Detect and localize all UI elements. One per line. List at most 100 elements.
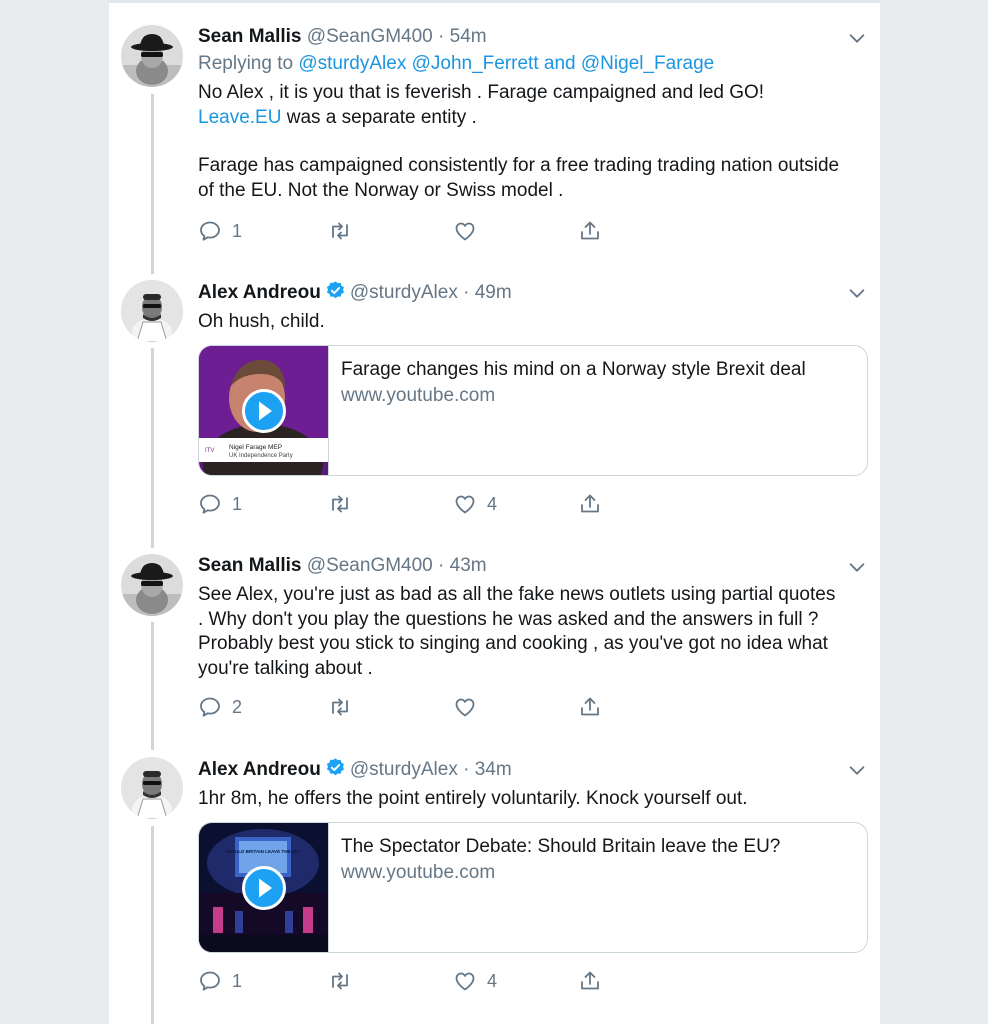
tweet[interactable]: Sean Mallis @SeanGM400 · 43m See Alex, y… [109, 554, 880, 744]
play-icon[interactable] [242, 389, 286, 433]
tweet-actions: 1 4 [198, 967, 618, 995]
timeline-column: Sean Mallis @SeanGM400 · 54m Replying to… [108, 0, 881, 1024]
user-handle[interactable]: @sturdyAlex [350, 759, 458, 780]
top-divider [109, 0, 880, 3]
tweet-link[interactable]: Leave.EU [198, 107, 281, 128]
reply-button[interactable]: 1 [198, 967, 242, 995]
share-icon [578, 492, 602, 516]
reply-button[interactable]: 2 [198, 693, 242, 721]
share-button[interactable] [578, 967, 602, 995]
display-name[interactable]: Alex Andreou [198, 282, 321, 303]
reply-count: 1 [232, 493, 243, 514]
card-title: The Spectator Debate: Should Britain lea… [341, 836, 781, 857]
share-icon [578, 219, 602, 243]
like-count: 4 [487, 493, 498, 514]
reply-icon [198, 492, 222, 516]
separator-dot: · [438, 555, 445, 576]
separator-dot: · [463, 759, 470, 780]
reply-mentions[interactable]: @sturdyAlex @John_Ferrett [298, 53, 538, 74]
thumbnail-caption: Nigel Farage MEP [229, 444, 282, 451]
user-handle[interactable]: @SeanGM400 [307, 555, 433, 576]
display-name[interactable]: Alex Andreou [198, 759, 321, 780]
verified-badge-icon [325, 757, 346, 778]
card-domain: www.youtube.com [341, 385, 496, 406]
link-card[interactable]: SHOULD BRITAIN LEAVE THE EU? The Spectat… [198, 822, 868, 953]
retweet-icon [328, 969, 352, 993]
card-domain: www.youtube.com [341, 862, 496, 883]
tweet-text: See Alex, you're just as bad as all the … [198, 584, 836, 679]
avatar-image [121, 25, 183, 87]
display-name[interactable]: Sean Mallis [198, 555, 302, 576]
avatar-image [121, 554, 183, 616]
like-button[interactable]: 4 [453, 967, 497, 995]
tweet-actions: 1 [198, 217, 618, 245]
chevron-down-icon[interactable] [846, 282, 868, 304]
timestamp[interactable]: 49m [475, 282, 512, 303]
reply-count: 1 [232, 970, 243, 991]
tweet[interactable]: Sean Mallis @SeanGM400 · 54m Replying to… [109, 25, 880, 265]
thumbnail-caption-sub: UK Independence Party [229, 453, 293, 459]
retweet-button[interactable] [328, 967, 352, 995]
link-card[interactable]: ITV Nigel Farage MEP UK Independence Par… [198, 345, 868, 476]
user-handle[interactable]: @sturdyAlex [350, 282, 458, 303]
chevron-down-icon[interactable] [846, 759, 868, 781]
share-icon [578, 969, 602, 993]
chevron-down-icon[interactable] [846, 556, 868, 578]
share-icon [578, 695, 602, 719]
retweet-icon [328, 695, 352, 719]
avatar[interactable] [121, 25, 183, 87]
card-thumbnail: ITV Nigel Farage MEP UK Independence Par… [199, 346, 329, 475]
retweet-button[interactable] [328, 217, 352, 245]
retweet-icon [328, 219, 352, 243]
tweet-actions: 2 [198, 693, 618, 721]
avatar[interactable] [121, 554, 183, 616]
like-button[interactable] [453, 693, 487, 721]
reply-button[interactable]: 1 [198, 217, 242, 245]
tweet-header: Sean Mallis @SeanGM400 · 43m [198, 554, 487, 578]
verified-badge-icon [325, 280, 346, 301]
share-button[interactable] [578, 217, 602, 245]
tweet-text-line: Leave.EU was a separate entity . [198, 106, 848, 131]
tweet[interactable]: Alex Andreou @sturdyAlex · 34m 1hr 8m, he… [109, 757, 880, 1017]
reply-icon [198, 969, 222, 993]
tweet-text-paragraph: Farage has campaigned consistently for a… [198, 155, 840, 201]
tweet[interactable]: Alex Andreou @sturdyAlex · 49m Oh hush, c… [109, 280, 880, 540]
like-icon [453, 219, 477, 243]
like-button[interactable] [453, 217, 487, 245]
like-button[interactable]: 4 [453, 490, 497, 518]
play-icon[interactable] [242, 866, 286, 910]
separator-dot: · [438, 26, 445, 47]
reply-mention-last[interactable]: @Nigel_Farage [581, 53, 714, 74]
thumbnail-logo-text: ITV [205, 448, 214, 454]
tweet-header: Sean Mallis @SeanGM400 · 54m [198, 25, 487, 49]
timestamp[interactable]: 54m [450, 26, 487, 47]
reply-count: 1 [232, 220, 243, 241]
retweet-icon [328, 492, 352, 516]
tweet-text: No Alex , it is you that is feverish . F… [198, 81, 848, 203]
reply-icon [198, 219, 222, 243]
reply-and: and [543, 53, 576, 74]
replying-to-label: Replying to [198, 53, 294, 74]
timestamp[interactable]: 43m [450, 555, 487, 576]
display-name[interactable]: Sean Mallis [198, 26, 302, 47]
reply-button[interactable]: 1 [198, 490, 242, 518]
timestamp[interactable]: 34m [475, 759, 512, 780]
tweet-text-line: No Alex , it is you that is feverish . F… [198, 82, 765, 103]
reply-count: 2 [232, 696, 243, 717]
avatar-image [121, 280, 183, 342]
separator-dot: · [463, 282, 470, 303]
avatar[interactable] [121, 757, 183, 819]
like-icon [453, 969, 477, 993]
avatar[interactable] [121, 280, 183, 342]
card-title: Farage changes his mind on a Norway styl… [341, 359, 806, 380]
thumbnail-screen-text: SHOULD BRITAIN LEAVE THE EU? [225, 849, 301, 854]
tweet-text-fragment: was a separate entity . [286, 106, 477, 128]
share-button[interactable] [578, 693, 602, 721]
share-button[interactable] [578, 490, 602, 518]
retweet-button[interactable] [328, 490, 352, 518]
retweet-button[interactable] [328, 693, 352, 721]
user-handle[interactable]: @SeanGM400 [307, 26, 433, 47]
chevron-down-icon[interactable] [846, 27, 868, 49]
tweet-header: Alex Andreou @sturdyAlex · 34m [198, 757, 512, 782]
reply-icon [198, 695, 222, 719]
